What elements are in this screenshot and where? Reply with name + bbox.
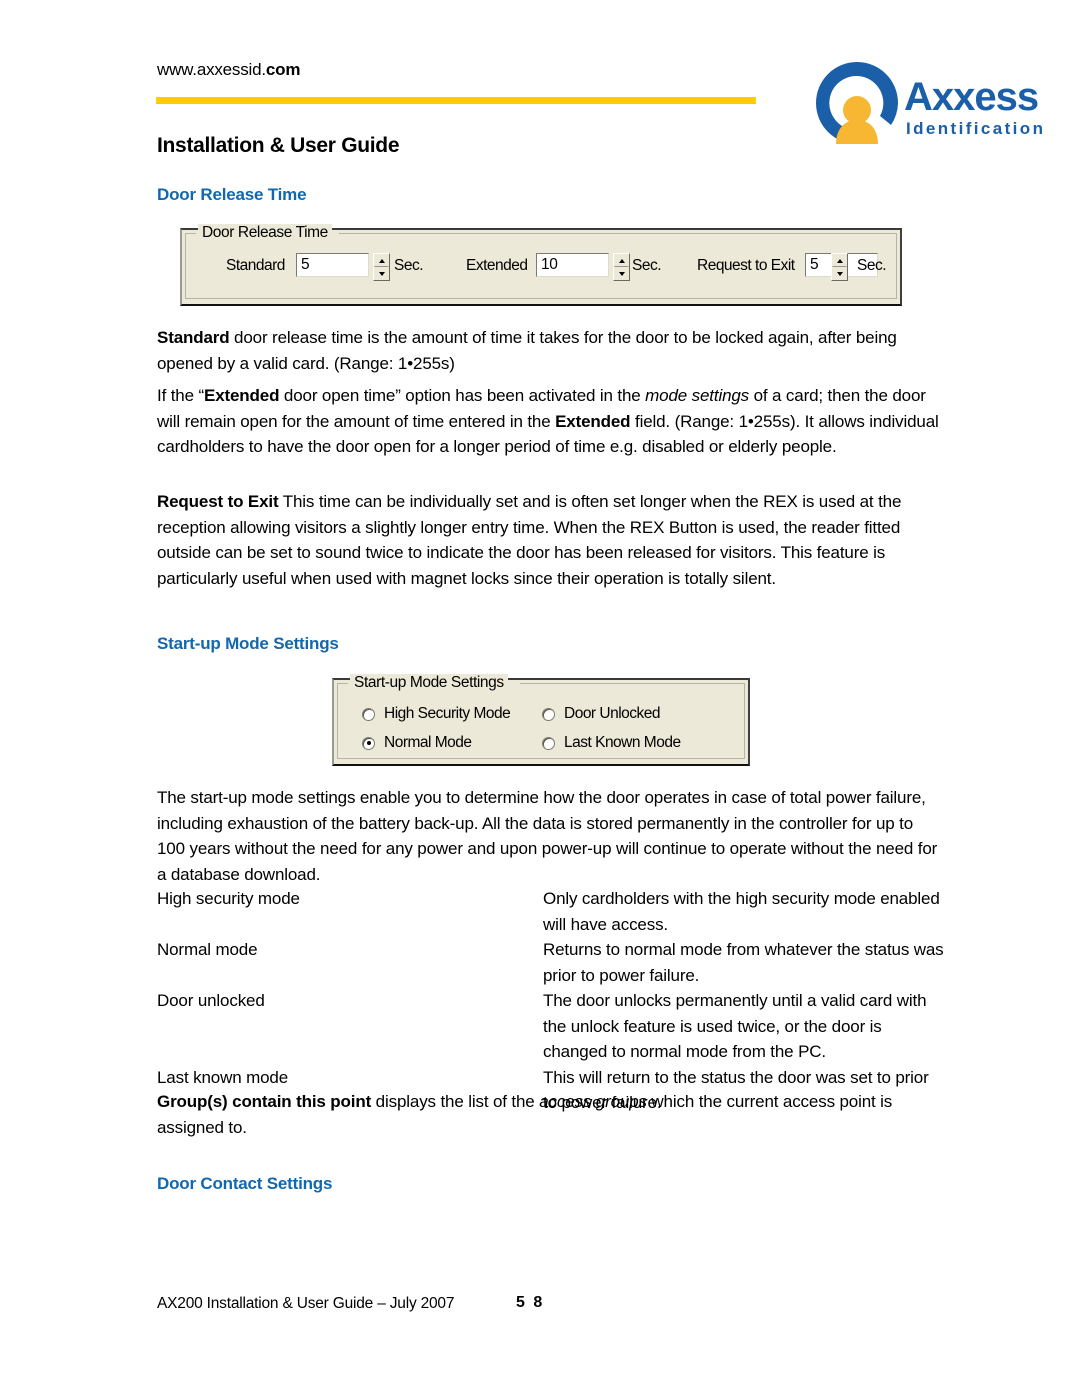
site-url-prefix: www.axxessid. — [157, 60, 266, 79]
table-row: Normal mode Returns to normal mode from … — [157, 937, 947, 988]
section-heading-door-contact-settings: Door Contact Settings — [157, 1174, 333, 1193]
unit-standard: Sec. — [394, 257, 424, 274]
request-to-exit-spinner[interactable] — [831, 253, 848, 281]
label-standard: Standard — [226, 257, 285, 274]
extended-time-input[interactable]: 10 — [536, 253, 609, 277]
label-request-to-exit: Request to Exit — [697, 257, 795, 274]
chevron-up-icon — [378, 258, 385, 263]
rex-spinner-down-button[interactable] — [832, 267, 847, 280]
radio-label-door-unlocked: Door Unlocked — [564, 705, 661, 722]
extended-time-spinner[interactable] — [613, 253, 630, 281]
paragraph-startup-mode: The start-up mode settings enable you to… — [157, 788, 938, 884]
radio-last-known-mode[interactable]: Last Known Mode — [542, 734, 681, 752]
paragraph-standard: Standard door release time is the amount… — [157, 328, 897, 373]
page-number: 5 8 — [516, 1294, 545, 1311]
startup-mode-settings-dialog: Start-up Mode Settings High Security Mod… — [332, 674, 750, 766]
door-release-groupbox-legend: Door Release Time — [198, 224, 332, 242]
document-page: www.axxessid.com Installation & User Gui… — [0, 0, 1080, 1397]
section-heading-door-release-time: Door Release Time — [157, 185, 307, 204]
chevron-down-icon — [378, 271, 385, 276]
axxess-logo: Axxess Identification — [812, 58, 1062, 148]
logo-person-body-icon — [836, 120, 878, 144]
mode-definitions: High security mode Only cardholders with… — [157, 886, 947, 1116]
standard-time-input[interactable]: 5 — [296, 253, 369, 277]
logo-wordmark: Axxess — [904, 75, 1038, 119]
groupbox-frame-right — [520, 683, 744, 684]
logo-person-head-icon — [843, 96, 871, 124]
chevron-up-icon — [618, 258, 625, 263]
mode-definitions-body: High security mode Only cardholders with… — [157, 886, 947, 1116]
startup-groupbox-legend: Start-up Mode Settings — [350, 674, 508, 692]
table-row: High security mode Only cardholders with… — [157, 886, 947, 937]
definition-description: The door unlocks permanently until a val… — [543, 991, 927, 1061]
axxess-logo-graphic: Axxess Identification — [816, 62, 1045, 144]
standard-spinner-up-button[interactable] — [374, 254, 389, 267]
radio-high-security-mode[interactable]: High Security Mode — [362, 705, 511, 723]
groupbox-frame-left — [186, 233, 196, 234]
groupbox-frame-right — [339, 233, 896, 234]
definition-term: Door unlocked — [157, 991, 265, 1010]
rex-spinner-up-button[interactable] — [832, 254, 847, 267]
radio-label-high-security-mode: High Security Mode — [384, 705, 511, 722]
standard-spinner-down-button[interactable] — [374, 267, 389, 280]
extended-spinner-down-button[interactable] — [614, 267, 629, 280]
header-gold-rule — [156, 97, 756, 104]
door-release-time-dialog: Door Release Time Standard 5 Sec. Extend… — [180, 224, 902, 306]
radio-circle-selected-icon[interactable] — [362, 736, 375, 750]
standard-time-spinner[interactable] — [373, 253, 390, 281]
chevron-up-icon — [836, 258, 843, 263]
mode-definitions-table: High security mode Only cardholders with… — [157, 886, 947, 1116]
radio-label-normal-mode: Normal Mode — [384, 734, 472, 751]
footer-text: AX200 Installation & User Guide – July 2… — [157, 1295, 455, 1312]
chevron-down-icon — [836, 271, 843, 276]
paragraph-groups-contain-this-point: Group(s) contain this point displays the… — [157, 1092, 893, 1137]
table-row: Door unlocked The door unlocks permanent… — [157, 988, 947, 1065]
section-heading-startup-mode-settings: Start-up Mode Settings — [157, 634, 339, 653]
logo-tagline: Identification — [906, 119, 1045, 138]
radio-circle-icon[interactable] — [542, 707, 555, 721]
site-url-suffix: com — [265, 60, 301, 79]
definition-description: Only cardholders with the high security … — [543, 889, 940, 934]
door-release-dialog-surface: Door Release Time Standard 5 Sec. Extend… — [185, 224, 897, 299]
unit-request-to-exit: Sec. — [856, 257, 887, 274]
definition-description: Returns to normal mode from whatever the… — [543, 940, 944, 985]
groupbox-frame-left — [338, 683, 348, 684]
site-url: www.axxessid.com — [157, 60, 300, 80]
paragraph-extended: If the “Extended door open time” option … — [157, 386, 939, 456]
label-extended: Extended — [466, 257, 528, 274]
radio-normal-mode[interactable]: Normal Mode — [362, 734, 472, 752]
door-release-groupbox: Door Release Time Standard 5 Sec. Extend… — [185, 224, 897, 299]
radio-circle-icon[interactable] — [542, 736, 555, 750]
radio-label-last-known-mode: Last Known Mode — [564, 734, 681, 751]
startup-groupbox: Start-up Mode Settings High Security Mod… — [337, 674, 745, 759]
definition-term: Normal mode — [157, 940, 258, 959]
page-title: Installation & User Guide — [157, 134, 400, 157]
paragraph-request-to-exit: Request to Exit This time can be individ… — [157, 492, 902, 588]
startup-dialog-surface: Start-up Mode Settings High Security Mod… — [337, 674, 745, 759]
extended-spinner-up-button[interactable] — [614, 254, 629, 267]
radio-circle-icon[interactable] — [362, 707, 375, 721]
radio-door-unlocked[interactable]: Door Unlocked — [542, 705, 661, 723]
chevron-down-icon — [618, 271, 625, 276]
unit-extended: Sec. — [632, 257, 662, 274]
definition-term: High security mode — [157, 889, 300, 908]
